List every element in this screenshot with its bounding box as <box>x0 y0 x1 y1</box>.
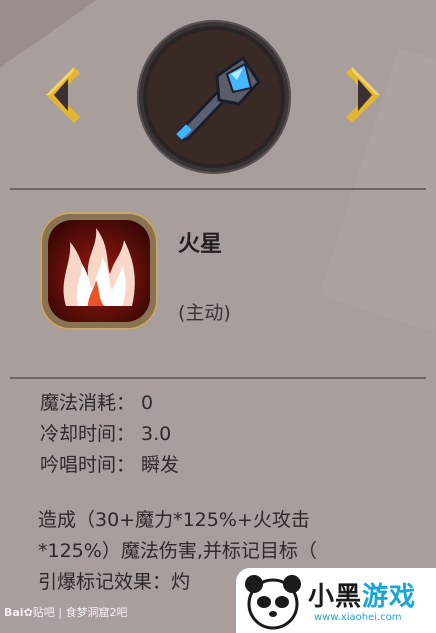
next-weapon-button[interactable] <box>346 65 386 125</box>
logo-url: www.xiaohei.com <box>314 612 402 623</box>
skill-name: 火星 <box>178 232 223 257</box>
ice-staff-icon <box>176 55 261 141</box>
skill-type: (主动) <box>178 302 231 324</box>
weapon-portrait[interactable] <box>137 20 291 174</box>
chevron-left-icon <box>46 67 80 123</box>
tieba-text: 贴吧 <box>32 606 55 619</box>
description-line: *125%）魔法伤害,并标记目标（ <box>38 540 317 562</box>
logo-text-accent: 游戏 <box>362 582 417 612</box>
stat-label: 冷却时间： <box>40 423 136 445</box>
description-line: 造成（30+魔力*125%+火攻击 <box>38 509 310 531</box>
section-divider <box>10 377 426 379</box>
flame-icon <box>63 228 135 306</box>
forum-name: | 食梦洞窟2吧 <box>58 606 128 619</box>
stat-value: 瞬发 <box>141 454 180 476</box>
stat-label: 吟唱时间： <box>40 454 136 476</box>
stat-value: 3.0 <box>141 423 172 445</box>
previous-weapon-button[interactable] <box>40 65 80 125</box>
stat-value: 0 <box>141 392 154 414</box>
mana-cost-row: 魔法消耗： 0 <box>40 388 179 419</box>
baidu-logo-text: Bai <box>4 606 24 619</box>
chevron-right-icon <box>346 67 380 123</box>
weapon-portrait-inner <box>147 30 281 164</box>
stat-label: 魔法消耗： <box>40 392 136 414</box>
fire-skill-icon <box>48 220 150 322</box>
background-decoration <box>0 0 105 75</box>
cast-time-row: 吟唱时间： 瞬发 <box>40 450 179 481</box>
cooldown-row: 冷却时间： 3.0 <box>40 419 179 450</box>
panda-mascot-icon <box>245 575 301 630</box>
logo-text: 小黑游戏 <box>308 576 416 613</box>
tieba-watermark: Bai✿贴吧 | 食梦洞窟2吧 <box>4 604 128 620</box>
paw-icon: ✿ <box>23 606 33 619</box>
section-divider <box>10 188 426 190</box>
site-logo: 小黑游戏 www.xiaohei.com <box>236 568 436 633</box>
skill-icon-frame[interactable] <box>40 212 158 330</box>
skill-stats: 魔法消耗： 0 冷却时间： 3.0 吟唱时间： 瞬发 <box>40 388 179 481</box>
logo-text-main: 小黑 <box>308 582 363 612</box>
